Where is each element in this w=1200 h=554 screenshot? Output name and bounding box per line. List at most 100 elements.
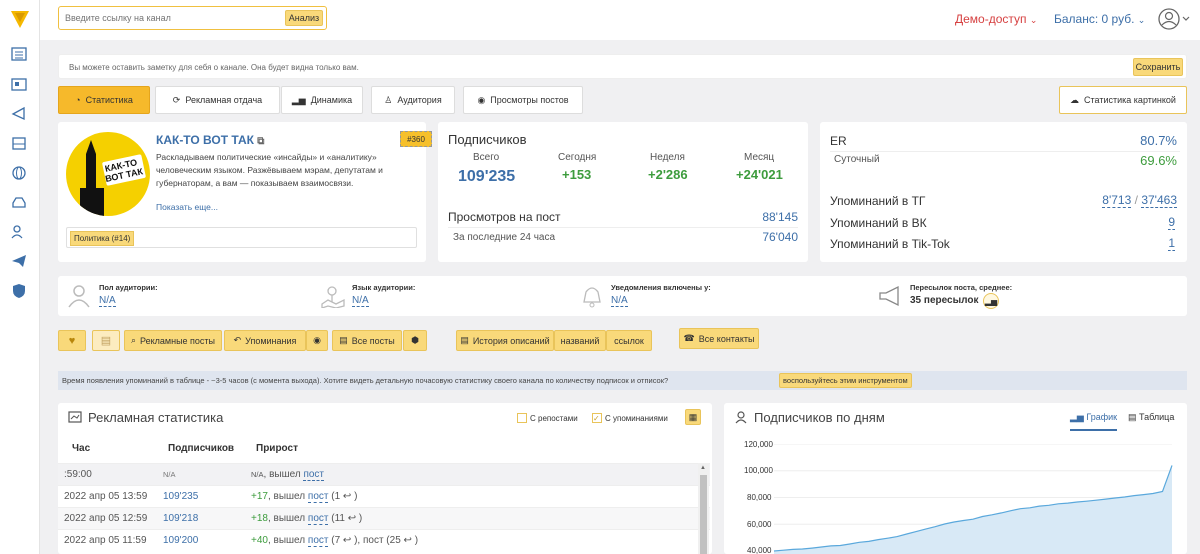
links-history-button[interactable]: ссылок xyxy=(606,330,652,351)
mentions-button[interactable]: ↶ Упоминания xyxy=(224,330,306,351)
heart-icon[interactable]: ♥ xyxy=(58,330,86,351)
telegram-icon[interactable] xyxy=(10,252,28,270)
tab-ad-returns[interactable]: ⟳ Рекламная отдача xyxy=(155,86,280,114)
shield-icon[interactable] xyxy=(10,282,28,300)
tray-icon[interactable] xyxy=(10,193,28,211)
tiktok-mentions-value[interactable]: 1 xyxy=(1168,236,1175,251)
today-label: Сегодня xyxy=(558,152,597,163)
history-descriptions-button[interactable]: ▤ История описаний xyxy=(456,330,554,351)
total-label: Всего xyxy=(473,152,500,163)
show-more-link[interactable]: Показать еще... xyxy=(156,202,218,212)
tab-label: Просмотры постов xyxy=(490,95,569,105)
table-row: 2022 апр 05 13:59 109'235 +17, вышел пос… xyxy=(58,485,710,507)
tab-table-label: Таблица xyxy=(1139,412,1175,422)
top-bar: Анализ Демо-доступ ⌄ Баланс: 0 руб. ⌄ xyxy=(40,0,1200,40)
last24-value: 76'040 xyxy=(762,230,798,244)
globe-icon[interactable] xyxy=(10,164,28,182)
ad-posts-button[interactable]: ⌕ Рекламные посты xyxy=(124,330,222,351)
eye-icon[interactable]: ◉ xyxy=(306,330,328,351)
tab-table[interactable]: ▤ Таблица xyxy=(1128,412,1174,423)
avatar[interactable] xyxy=(1157,7,1191,34)
tab-dynamics[interactable]: ▂▅ Динамика xyxy=(281,86,363,114)
list-icon[interactable] xyxy=(10,45,28,63)
vk-mentions-label: Упоминаний в ВК xyxy=(830,216,927,230)
vk-mentions-value[interactable]: 9 xyxy=(1168,215,1175,230)
post-link[interactable]: пост xyxy=(307,491,329,503)
inbox-icon[interactable] xyxy=(10,134,28,152)
row-time: :59:00 xyxy=(64,469,92,480)
all-contacts-button[interactable]: ☎ Все контакты xyxy=(679,328,759,349)
scrollbar-thumb[interactable] xyxy=(700,475,707,554)
users-icon[interactable] xyxy=(10,223,28,241)
table-row: 2022 апр 05 12:59 109'218 +18, вышел пос… xyxy=(58,507,710,529)
month-value: +24'021 xyxy=(736,167,783,182)
row-subs: 109'200 xyxy=(163,535,199,546)
tg-mentions-value[interactable]: 8'713 / 37'463 xyxy=(1102,193,1177,208)
tab-graph-label: График xyxy=(1086,412,1118,422)
megaphone-icon[interactable] xyxy=(10,104,28,122)
views-value: 88'145 xyxy=(762,210,798,224)
reposts-checkbox[interactable]: С репостами xyxy=(517,413,578,423)
row-text: , вышел xyxy=(267,491,306,502)
ad-posts-label: Рекламные посты xyxy=(140,335,216,346)
bell-icon xyxy=(579,284,605,311)
all-posts-button[interactable]: ▤ Все посты xyxy=(332,330,402,351)
mentions-checkbox[interactable]: ✓ С упоминаниями xyxy=(592,413,668,423)
note-text[interactable]: Вы можете оставить заметку для себя о ка… xyxy=(69,63,359,72)
ad-stats-title: Рекламная статистика xyxy=(88,410,224,425)
total-value: 109'235 xyxy=(458,168,516,185)
rank-badge[interactable]: #360 xyxy=(400,131,432,147)
balance-link[interactable]: Баланс: 0 руб. ⌄ xyxy=(1054,12,1145,26)
channel-avatar: КАК-ТО ВОТ ТАК xyxy=(66,132,150,216)
notifications-value[interactable]: N/A xyxy=(611,295,628,307)
subs-by-day-title: Подписчиков по дням xyxy=(754,410,885,425)
chart-icon: ◔ xyxy=(75,95,81,105)
megaphone-icon xyxy=(878,285,904,310)
channel-name[interactable]: КАК-ТО ВОТ ТАК ⧉ xyxy=(156,133,264,147)
save-note-button[interactable]: Сохранить xyxy=(1133,58,1183,76)
divider xyxy=(830,151,1180,152)
language-value[interactable]: N/A xyxy=(352,295,369,307)
chart-icon: ▂▅ xyxy=(1070,412,1084,422)
bookmark-icon[interactable]: ▤ xyxy=(92,330,120,351)
post-link[interactable]: пост xyxy=(307,535,329,547)
chart-plot-area xyxy=(773,444,1173,554)
copy-icon[interactable]: ⧉ xyxy=(257,136,264,147)
stats-image-button[interactable]: ☁ Статистика картинкой xyxy=(1059,86,1187,114)
tab-statistics[interactable]: ◔ Статистика xyxy=(58,86,150,114)
row-time: 2022 апр 05 12:59 xyxy=(64,513,148,524)
tool-link[interactable]: воспользуйтесь этим инструментом xyxy=(779,373,912,388)
ad-stats-table: :59:00 N/A N/A, вышел пост 2022 апр 05 1… xyxy=(58,463,710,554)
tab-audience[interactable]: ♙ Аудитория xyxy=(371,86,455,114)
scroll-up-icon[interactable]: ▲ xyxy=(700,465,706,471)
month-label: Месяц xyxy=(744,152,775,163)
stats-image-label: Статистика картинкой xyxy=(1084,95,1176,105)
gender-value[interactable]: N/A xyxy=(99,295,116,307)
category-box: Политика (#14) xyxy=(66,227,417,248)
daily-er-value: 69.6% xyxy=(1140,153,1177,168)
tg-mentions-a: 8'713 xyxy=(1102,193,1132,208)
tab-post-views[interactable]: ◉ Просмотры постов xyxy=(463,86,583,114)
forwards-chart-icon[interactable]: ▂▅ xyxy=(983,293,999,309)
layers-icon[interactable]: ⬢ xyxy=(403,330,427,351)
cloud-icon: ☁ xyxy=(1070,94,1080,105)
reply-icon: ↶ xyxy=(233,335,242,345)
analyze-button[interactable]: Анализ xyxy=(285,10,323,26)
tab-graph[interactable]: ▂▅ График xyxy=(1070,412,1118,431)
demo-access-link[interactable]: Демо-доступ ⌄ xyxy=(955,12,1037,26)
scrollbar[interactable]: ▲ xyxy=(698,463,709,554)
logo-icon[interactable] xyxy=(9,8,31,30)
search-input[interactable] xyxy=(65,11,275,25)
doc-icon: ▤ xyxy=(339,335,348,345)
people-icon: ♙ xyxy=(384,94,393,105)
checkbox-box xyxy=(517,413,527,423)
post-link[interactable]: пост xyxy=(303,469,325,481)
col-subscribers: Подписчиков xyxy=(168,443,235,454)
names-history-button[interactable]: названий xyxy=(554,330,606,351)
table-view-icon[interactable]: ▦ xyxy=(685,409,701,425)
post-link[interactable]: пост xyxy=(307,513,329,525)
news-icon[interactable] xyxy=(10,75,28,93)
tg-mentions-b: 37'463 xyxy=(1141,193,1177,208)
category-tag[interactable]: Политика (#14) xyxy=(70,231,135,246)
info-bar: Время появления упоминаний в таблице - ~… xyxy=(58,371,1187,390)
